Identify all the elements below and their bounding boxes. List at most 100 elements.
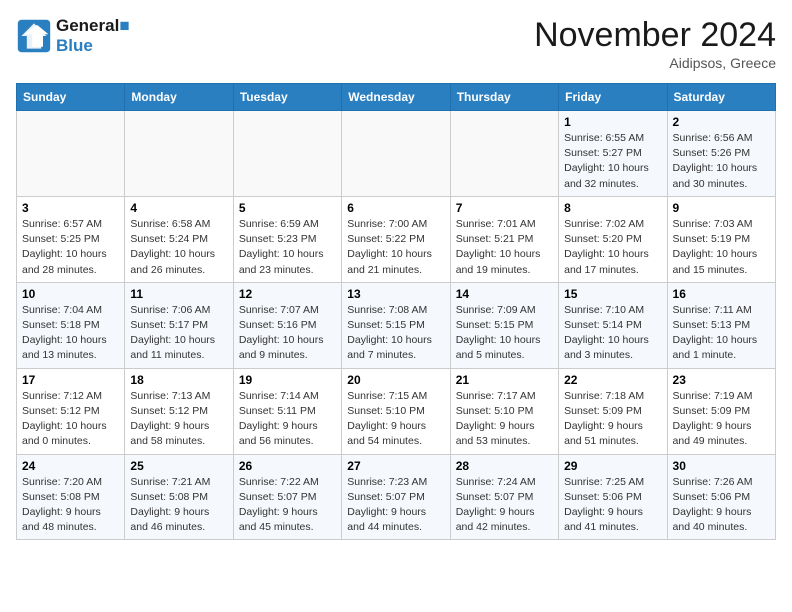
day-number: 4 (130, 201, 227, 215)
day-detail: Sunrise: 6:56 AMSunset: 5:26 PMDaylight:… (673, 131, 770, 192)
day-detail: Sunrise: 7:26 AMSunset: 5:06 PMDaylight:… (673, 475, 770, 536)
day-detail: Sunrise: 7:08 AMSunset: 5:15 PMDaylight:… (347, 303, 444, 364)
week-row-5: 24 Sunrise: 7:20 AMSunset: 5:08 PMDayligh… (17, 454, 776, 540)
day-detail: Sunrise: 7:06 AMSunset: 5:17 PMDaylight:… (130, 303, 227, 364)
day-detail: Sunrise: 7:03 AMSunset: 5:19 PMDaylight:… (673, 217, 770, 278)
day-number: 29 (564, 459, 661, 473)
calendar-table: SundayMondayTuesdayWednesdayThursdayFrid… (16, 83, 776, 540)
day-number: 22 (564, 373, 661, 387)
day-number: 17 (22, 373, 119, 387)
calendar-cell: 11 Sunrise: 7:06 AMSunset: 5:17 PMDayligh… (125, 282, 233, 368)
calendar-cell: 5 Sunrise: 6:59 AMSunset: 5:23 PMDaylight… (233, 196, 341, 282)
day-detail: Sunrise: 7:12 AMSunset: 5:12 PMDaylight:… (22, 389, 119, 450)
day-number: 13 (347, 287, 444, 301)
calendar-cell: 28 Sunrise: 7:24 AMSunset: 5:07 PMDayligh… (450, 454, 558, 540)
day-number: 12 (239, 287, 336, 301)
calendar-cell: 26 Sunrise: 7:22 AMSunset: 5:07 PMDayligh… (233, 454, 341, 540)
calendar-cell: 8 Sunrise: 7:02 AMSunset: 5:20 PMDaylight… (559, 196, 667, 282)
day-number: 23 (673, 373, 770, 387)
week-row-4: 17 Sunrise: 7:12 AMSunset: 5:12 PMDayligh… (17, 368, 776, 454)
title-block: November 2024 Aidipsos, Greece (534, 16, 776, 71)
calendar-cell: 23Sunrise: 7:19 AMSunset: 5:09 PMDayligh… (667, 368, 775, 454)
day-number: 10 (22, 287, 119, 301)
day-number: 19 (239, 373, 336, 387)
calendar-cell: 18 Sunrise: 7:13 AMSunset: 5:12 PMDayligh… (125, 368, 233, 454)
day-number: 7 (456, 201, 553, 215)
day-number: 8 (564, 201, 661, 215)
day-number: 30 (673, 459, 770, 473)
day-number: 11 (130, 287, 227, 301)
calendar-cell: 21Sunrise: 7:17 AMSunset: 5:10 PMDayligh… (450, 368, 558, 454)
day-detail: Sunrise: 7:23 AMSunset: 5:07 PMDaylight:… (347, 475, 444, 536)
weekday-header-sunday: Sunday (17, 84, 125, 111)
day-number: 9 (673, 201, 770, 215)
calendar-cell: 19 Sunrise: 7:14 AMSunset: 5:11 PMDayligh… (233, 368, 341, 454)
day-detail: Sunrise: 7:10 AMSunset: 5:14 PMDaylight:… (564, 303, 661, 364)
week-row-2: 3Sunrise: 6:57 AMSunset: 5:25 PMDaylight… (17, 196, 776, 282)
day-detail: Sunrise: 7:04 AMSunset: 5:18 PMDaylight:… (22, 303, 119, 364)
day-detail: Sunrise: 7:21 AMSunset: 5:08 PMDaylight:… (130, 475, 227, 536)
logo-text: General■ Blue (56, 16, 130, 56)
day-number: 15 (564, 287, 661, 301)
calendar-cell: 24 Sunrise: 7:20 AMSunset: 5:08 PMDayligh… (17, 454, 125, 540)
month-title: November 2024 (534, 16, 776, 55)
calendar-cell (233, 111, 341, 197)
day-number: 2 (673, 115, 770, 129)
day-detail: Sunrise: 6:58 AMSunset: 5:24 PMDaylight:… (130, 217, 227, 278)
day-detail: Sunrise: 7:15 AMSunset: 5:10 PMDaylight:… (347, 389, 444, 450)
calendar-cell: 17 Sunrise: 7:12 AMSunset: 5:12 PMDayligh… (17, 368, 125, 454)
calendar-cell: 22Sunrise: 7:18 AMSunset: 5:09 PMDayligh… (559, 368, 667, 454)
location: Aidipsos, Greece (534, 55, 776, 71)
day-number: 3 (22, 201, 119, 215)
day-number: 20 (347, 373, 444, 387)
day-detail: Sunrise: 7:02 AMSunset: 5:20 PMDaylight:… (564, 217, 661, 278)
weekday-header-thursday: Thursday (450, 84, 558, 111)
day-detail: Sunrise: 7:00 AMSunset: 5:22 PMDaylight:… (347, 217, 444, 278)
calendar-cell: 15 Sunrise: 7:10 AMSunset: 5:14 PMDayligh… (559, 282, 667, 368)
day-detail: Sunrise: 7:07 AMSunset: 5:16 PMDaylight:… (239, 303, 336, 364)
day-number: 14 (456, 287, 553, 301)
weekday-header-tuesday: Tuesday (233, 84, 341, 111)
day-detail: Sunrise: 7:25 AMSunset: 5:06 PMDaylight:… (564, 475, 661, 536)
calendar-cell: 30 Sunrise: 7:26 AMSunset: 5:06 PMDayligh… (667, 454, 775, 540)
day-number: 25 (130, 459, 227, 473)
week-row-1: 1Sunrise: 6:55 AMSunset: 5:27 PMDaylight… (17, 111, 776, 197)
calendar-cell: 7 Sunrise: 7:01 AMSunset: 5:21 PMDaylight… (450, 196, 558, 282)
calendar-cell (342, 111, 450, 197)
day-detail: Sunrise: 7:11 AMSunset: 5:13 PMDaylight:… (673, 303, 770, 364)
day-number: 6 (347, 201, 444, 215)
weekday-header-saturday: Saturday (667, 84, 775, 111)
day-detail: Sunrise: 7:14 AMSunset: 5:11 PMDaylight:… (239, 389, 336, 450)
calendar-cell: 25 Sunrise: 7:21 AMSunset: 5:08 PMDayligh… (125, 454, 233, 540)
day-number: 28 (456, 459, 553, 473)
calendar-cell: 9 Sunrise: 7:03 AMSunset: 5:19 PMDaylight… (667, 196, 775, 282)
calendar-cell: 13 Sunrise: 7:08 AMSunset: 5:15 PMDayligh… (342, 282, 450, 368)
day-number: 26 (239, 459, 336, 473)
calendar-cell: 4 Sunrise: 6:58 AMSunset: 5:24 PMDaylight… (125, 196, 233, 282)
day-detail: Sunrise: 6:59 AMSunset: 5:23 PMDaylight:… (239, 217, 336, 278)
calendar-cell: 27 Sunrise: 7:23 AMSunset: 5:07 PMDayligh… (342, 454, 450, 540)
weekday-header-wednesday: Wednesday (342, 84, 450, 111)
day-detail: Sunrise: 7:24 AMSunset: 5:07 PMDaylight:… (456, 475, 553, 536)
day-detail: Sunrise: 7:09 AMSunset: 5:15 PMDaylight:… (456, 303, 553, 364)
day-number: 18 (130, 373, 227, 387)
day-detail: Sunrise: 7:22 AMSunset: 5:07 PMDaylight:… (239, 475, 336, 536)
logo: General■ Blue (16, 16, 130, 56)
calendar-cell: 16Sunrise: 7:11 AMSunset: 5:13 PMDayligh… (667, 282, 775, 368)
calendar-cell: 2 Sunrise: 6:56 AMSunset: 5:26 PMDaylight… (667, 111, 775, 197)
day-number: 24 (22, 459, 119, 473)
calendar-cell: 1Sunrise: 6:55 AMSunset: 5:27 PMDaylight… (559, 111, 667, 197)
day-number: 5 (239, 201, 336, 215)
day-detail: Sunrise: 7:01 AMSunset: 5:21 PMDaylight:… (456, 217, 553, 278)
calendar-cell: 29 Sunrise: 7:25 AMSunset: 5:06 PMDayligh… (559, 454, 667, 540)
day-number: 1 (564, 115, 661, 129)
calendar-cell (450, 111, 558, 197)
calendar-cell: 20 Sunrise: 7:15 AMSunset: 5:10 PMDayligh… (342, 368, 450, 454)
calendar-cell: 12 Sunrise: 7:07 AMSunset: 5:16 PMDayligh… (233, 282, 341, 368)
calendar-cell (125, 111, 233, 197)
day-detail: Sunrise: 7:20 AMSunset: 5:08 PMDaylight:… (22, 475, 119, 536)
day-detail: Sunrise: 7:17 AMSunset: 5:10 PMDaylight:… (456, 389, 553, 450)
day-detail: Sunrise: 7:13 AMSunset: 5:12 PMDaylight:… (130, 389, 227, 450)
weekday-header-monday: Monday (125, 84, 233, 111)
day-number: 27 (347, 459, 444, 473)
